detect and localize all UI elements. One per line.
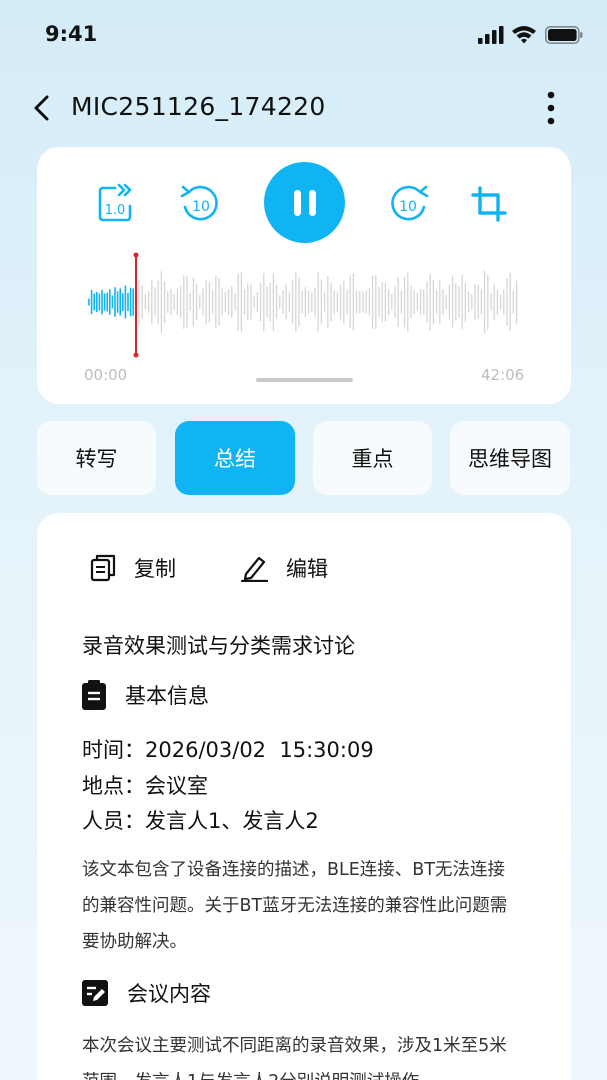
header: MIC251126_174220	[0, 80, 607, 136]
info-time: 时间：2026/03/02 15:30:09	[82, 738, 374, 762]
battery-icon	[545, 26, 583, 44]
basic-info-heading: 基本信息	[82, 680, 209, 710]
document-icon	[82, 680, 106, 710]
drag-handle[interactable]	[256, 378, 353, 382]
forward-10-button[interactable]: 10	[386, 182, 432, 224]
tab-highlights[interactable]: 重点	[313, 421, 432, 495]
rewind-seconds: 10	[192, 199, 210, 215]
forward-10-icon: 10	[391, 185, 429, 221]
forward-seconds: 10	[399, 199, 417, 215]
info-people: 人员：发言人1、发言人2	[82, 809, 319, 833]
current-time: 00:00	[84, 366, 128, 384]
playhead-knob[interactable]	[133, 352, 139, 358]
meeting-content-label: 会议内容	[127, 982, 211, 1006]
playback-speed-icon: 1.0	[98, 183, 132, 222]
summary-card: 复制 编辑 录音效果测试与分类需求讨论 基本信息 时间：2026/03/02 1…	[37, 513, 571, 1080]
more-options-icon[interactable]	[538, 90, 564, 126]
edit-button[interactable]: 编辑	[240, 553, 328, 583]
status-time: 9:41	[45, 22, 98, 46]
description-paragraph: 该文本包含了设备连接的描述，BLE连接、BT无法连接的兼容性问题。关于BT蓝牙无…	[82, 860, 508, 952]
copy-icon	[90, 554, 116, 582]
tab-transcript[interactable]: 转写	[37, 421, 156, 495]
edit-pencil-icon	[240, 556, 268, 582]
pause-button[interactable]	[264, 162, 345, 243]
crop-button[interactable]	[467, 182, 511, 226]
copy-button[interactable]: 复制	[90, 553, 176, 583]
audio-waveform[interactable]	[87, 247, 521, 367]
tab-mind-map[interactable]: 思维导图	[450, 421, 570, 495]
edit-label: 编辑	[286, 557, 328, 581]
copy-label: 复制	[134, 557, 176, 581]
rewind-10-icon: 10	[180, 185, 218, 221]
cellular-signal-icon	[478, 26, 504, 44]
meeting-content-paragraph: 本次会议主要测试不同距离的录音效果，涉及1米至5米范围，发言人1与发言人2分别说…	[82, 1036, 507, 1080]
pause-icon	[293, 189, 316, 216]
playback-speed-button[interactable]: 1.0	[97, 182, 139, 224]
crop-icon	[471, 186, 507, 222]
audio-player-card: 1.0 10 10 00:00 42:06	[37, 147, 571, 404]
playhead-knob[interactable]	[133, 252, 139, 258]
summary-title: 录音效果测试与分类需求讨论	[82, 634, 355, 658]
page-title: MIC251126_174220	[71, 92, 326, 121]
rewind-10-button[interactable]: 10	[177, 182, 223, 224]
status-bar: 9:41	[0, 0, 607, 70]
note-edit-icon	[82, 980, 108, 1006]
back-arrow-icon[interactable]	[30, 93, 56, 123]
speed-value: 1.0	[105, 203, 126, 218]
tab-summary[interactable]: 总结	[175, 421, 295, 495]
meeting-content-heading: 会议内容	[82, 978, 211, 1008]
wifi-icon	[512, 26, 536, 44]
total-duration: 42:06	[481, 366, 525, 384]
basic-info-label: 基本信息	[125, 684, 209, 708]
info-place: 地点：会议室	[82, 774, 208, 798]
